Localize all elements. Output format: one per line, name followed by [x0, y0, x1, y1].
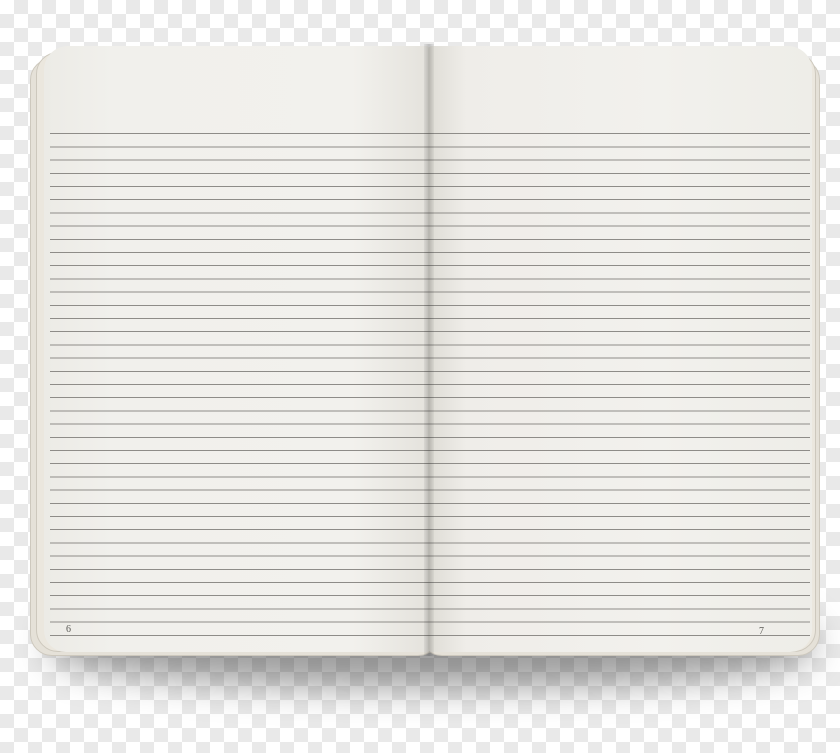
left-page	[44, 46, 430, 652]
left-page-ruled-lines	[50, 121, 430, 641]
right-page-ruled-lines	[428, 121, 810, 641]
left-page-number: 6	[66, 624, 71, 635]
notebook-spine	[424, 44, 434, 656]
right-page-number: 7	[759, 626, 764, 637]
right-page	[428, 46, 812, 652]
